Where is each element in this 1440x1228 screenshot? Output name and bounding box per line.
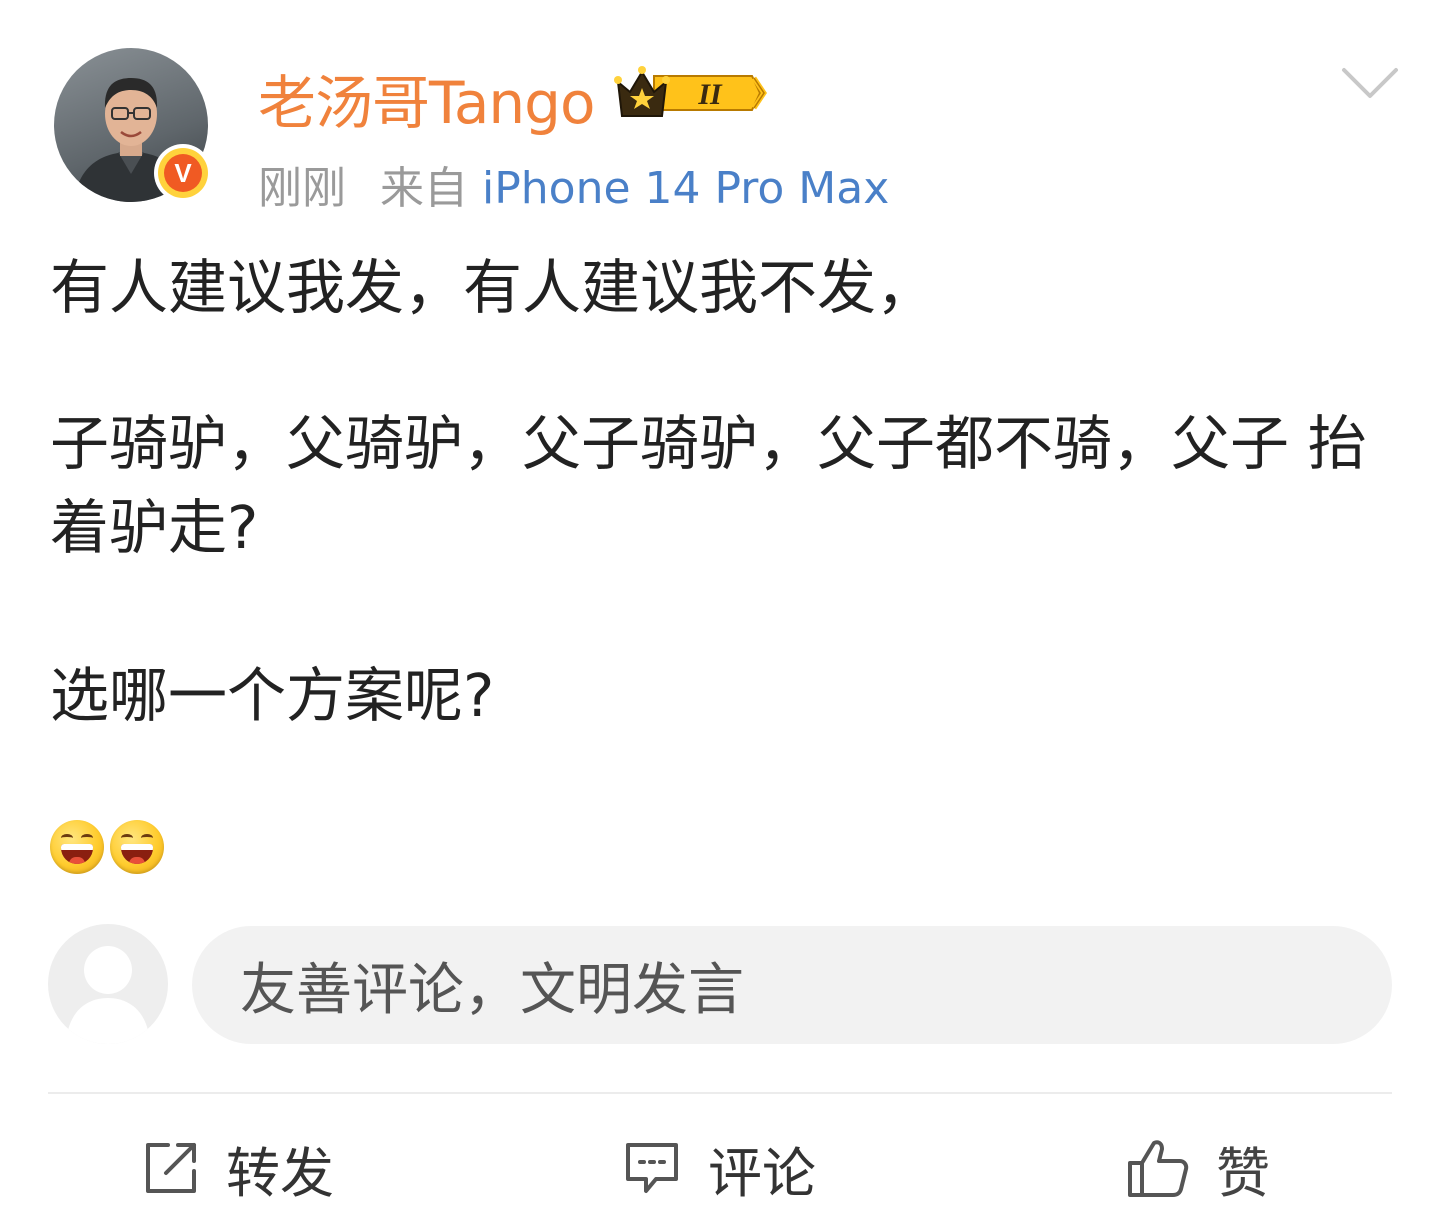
author-avatar[interactable]: V	[54, 48, 208, 202]
comment-label: 评论	[708, 1141, 816, 1205]
post-text-line-3: 选哪一个方案呢?	[50, 661, 495, 730]
chevron-down-icon[interactable]	[1340, 62, 1400, 106]
comment-input[interactable]: 友善评论，文明发言	[192, 926, 1392, 1044]
thumbs-up-icon	[1128, 1140, 1189, 1197]
source-prefix: 来自	[380, 163, 468, 214]
source-device-link[interactable]: iPhone 14 Pro Max	[482, 163, 889, 214]
post-time: 刚刚	[258, 163, 346, 214]
post-emojis	[50, 820, 164, 874]
post-text-line-2: 子骑驴，父骑驴，父子骑驴，父子都不骑，父子 抬着驴走?	[50, 409, 1367, 562]
divider	[48, 1092, 1392, 1094]
verified-badge: V	[158, 148, 208, 198]
repost-label: 转发	[226, 1141, 334, 1205]
laughing-tears-emoji	[50, 820, 104, 874]
verified-v-icon: V	[164, 154, 202, 192]
post-meta: 刚刚 来自 iPhone 14 Pro Max	[258, 152, 889, 216]
laughing-tears-emoji	[110, 820, 164, 874]
post-text-line-1: 有人建议我发，有人建议我不发，	[50, 253, 936, 322]
comment-placeholder: 友善评论，文明发言	[240, 957, 744, 1023]
comment-button[interactable]: 评论	[622, 1128, 816, 1208]
share-icon	[146, 1143, 196, 1193]
vip-level-text: II	[697, 78, 723, 111]
author-name[interactable]: 老汤哥Tango	[258, 56, 595, 140]
comment-icon	[626, 1143, 678, 1193]
like-button[interactable]: 赞	[1126, 1128, 1270, 1208]
like-label: 赞	[1216, 1141, 1270, 1205]
vip-crown-icon[interactable]: II	[614, 62, 772, 124]
weibo-post: V 老汤哥Tango II 刚刚 来自 iPhone 14 Pro Max 有人建…	[0, 0, 1440, 1228]
current-user-avatar	[48, 924, 168, 1044]
repost-button[interactable]: 转发	[142, 1128, 334, 1208]
